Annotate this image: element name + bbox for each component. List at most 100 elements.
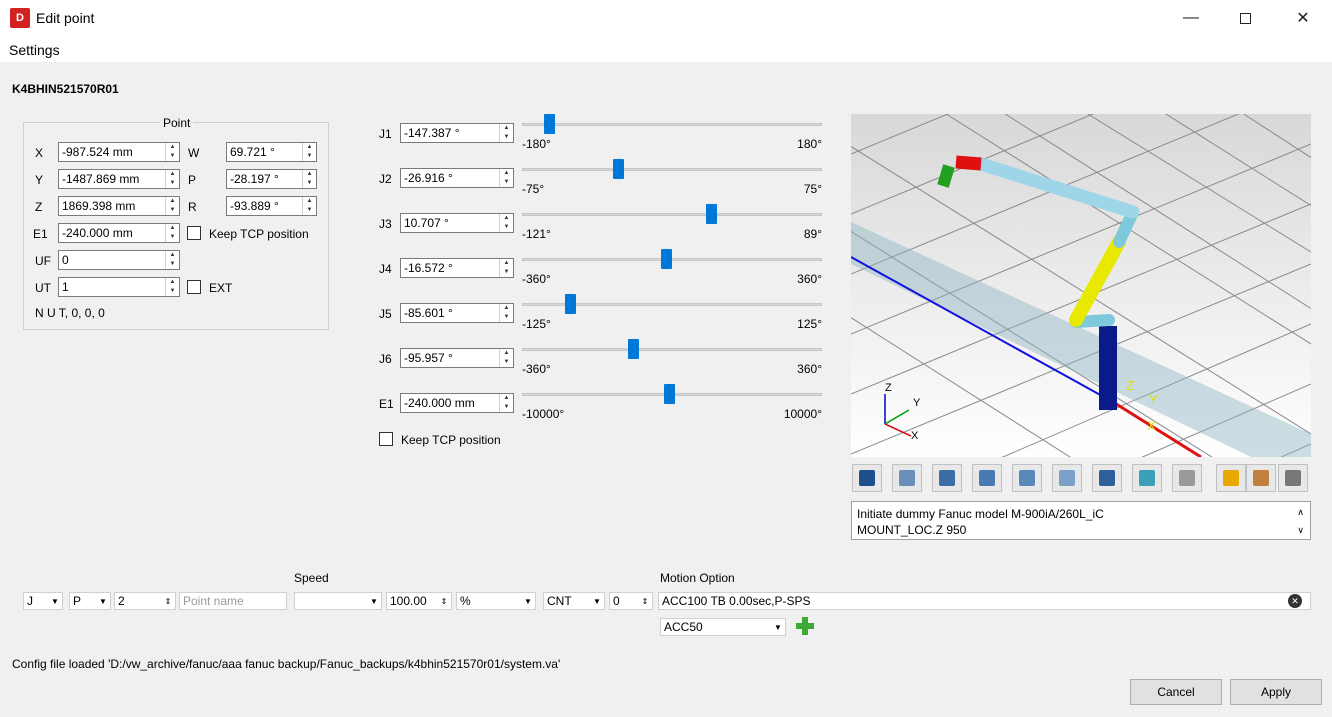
viewport-tool-button[interactable]: [1216, 464, 1246, 492]
spin-up-icon[interactable]: ▲: [500, 214, 513, 223]
ext-checkbox[interactable]: [187, 280, 201, 294]
clear-icon[interactable]: ✕: [1288, 594, 1302, 608]
robot-3d-viewport[interactable]: Z Y X Z Y X: [851, 114, 1311, 457]
menu-settings[interactable]: Settings: [9, 42, 60, 58]
spin-down-icon[interactable]: ▼: [166, 260, 179, 269]
spin-up-icon[interactable]: ▲: [500, 169, 513, 178]
spin-up-icon[interactable]: ▲: [166, 251, 179, 260]
viewport-tool-button[interactable]: [852, 464, 882, 492]
viewport-tool-button[interactable]: [1278, 464, 1308, 492]
spin-down-icon[interactable]: ▼: [166, 152, 179, 161]
speed-unit-select[interactable]: % ▼: [456, 592, 536, 610]
spin-down-icon[interactable]: ▼: [166, 206, 179, 215]
spin-up-icon[interactable]: ▲: [166, 197, 179, 206]
joint-slider-track[interactable]: [522, 348, 822, 351]
viewport-tool-button[interactable]: [1012, 464, 1042, 492]
ut-spinbox[interactable]: 1 ▲ ▼: [58, 277, 180, 297]
spin-down-icon[interactable]: ▼: [303, 152, 316, 161]
joint-slider-handle[interactable]: [613, 159, 624, 179]
maximize-button[interactable]: [1222, 0, 1268, 36]
speed-select[interactable]: ▼: [294, 592, 382, 610]
joint-spinbox[interactable]: -26.916 ° ▲ ▼: [400, 168, 514, 188]
joint-slider-handle[interactable]: [565, 294, 576, 314]
spin-up-icon[interactable]: ▲: [303, 143, 316, 152]
spin-up-icon[interactable]: ▲: [500, 124, 513, 133]
joint-slider-handle[interactable]: [706, 204, 717, 224]
point-name-input[interactable]: Point name: [179, 592, 287, 610]
close-button[interactable]: ✕: [1280, 0, 1326, 36]
viewport-tool-button[interactable]: [1092, 464, 1122, 492]
e1-spinbox[interactable]: -240.000 mm ▲ ▼: [58, 223, 180, 243]
cancel-button[interactable]: Cancel: [1130, 679, 1222, 705]
spin-up-icon[interactable]: ▲: [166, 143, 179, 152]
p-spinbox[interactable]: -28.197 ° ▲ ▼: [226, 169, 317, 189]
spin-down-icon[interactable]: ▼: [303, 206, 316, 215]
spin-down-icon[interactable]: ▼: [303, 179, 316, 188]
speed-value-spinbox[interactable]: 100.00 ⇕: [386, 592, 452, 610]
joint-keep-tcp-checkbox[interactable]: [379, 432, 393, 446]
joint-spinbox[interactable]: -95.957 ° ▲ ▼: [400, 348, 514, 368]
spin-arrows-icon[interactable]: ⇕: [437, 593, 451, 609]
r-spinbox[interactable]: -93.889 ° ▲ ▼: [226, 196, 317, 216]
spin-up-icon[interactable]: ▲: [500, 349, 513, 358]
viewport-tool-button[interactable]: [892, 464, 922, 492]
joint-spinbox[interactable]: -16.572 ° ▲ ▼: [400, 258, 514, 278]
joint-spinbox[interactable]: 10.707 ° ▲ ▼: [400, 213, 514, 233]
viewport-tool-button[interactable]: [972, 464, 1002, 492]
motion-type-select[interactable]: J ▼: [23, 592, 63, 610]
joint-slider-handle[interactable]: [544, 114, 555, 134]
minimize-button[interactable]: —: [1168, 0, 1214, 36]
point-number-spinbox[interactable]: 2 ⇕: [114, 592, 176, 610]
spin-up-icon[interactable]: ▲: [303, 170, 316, 179]
spin-down-icon[interactable]: ▼: [500, 358, 513, 367]
viewport-tool-button[interactable]: [1052, 464, 1082, 492]
joint-slider-track[interactable]: [522, 123, 822, 126]
joint-spinbox[interactable]: -85.601 ° ▲ ▼: [400, 303, 514, 323]
apply-button[interactable]: Apply: [1230, 679, 1322, 705]
termination-select[interactable]: CNT ▼: [543, 592, 605, 610]
viewport-tool-button[interactable]: [1132, 464, 1162, 492]
spin-up-icon[interactable]: ▲: [166, 170, 179, 179]
spin-down-icon[interactable]: ▼: [500, 133, 513, 142]
viewport-tool-button[interactable]: [932, 464, 962, 492]
joint-slider-track[interactable]: [522, 258, 822, 261]
w-spinbox[interactable]: 69.721 ° ▲ ▼: [226, 142, 317, 162]
keep-tcp-checkbox[interactable]: [187, 226, 201, 240]
joint-slider-handle[interactable]: [661, 249, 672, 269]
position-type-select[interactable]: P ▼: [69, 592, 111, 610]
option-select[interactable]: ACC50 ▼: [660, 618, 786, 636]
spin-arrows-icon[interactable]: ⇕: [161, 593, 175, 609]
spin-up-icon[interactable]: ▲: [166, 224, 179, 233]
scroll-up-icon[interactable]: ∧: [1297, 504, 1304, 520]
spin-up-icon[interactable]: ▲: [166, 278, 179, 287]
log-output[interactable]: Initiate dummy Fanuc model M-900iA/260L_…: [851, 501, 1311, 540]
spin-up-icon[interactable]: ▲: [303, 197, 316, 206]
viewport-tool-button[interactable]: [1246, 464, 1276, 492]
spin-down-icon[interactable]: ▼: [500, 178, 513, 187]
spin-down-icon[interactable]: ▼: [166, 179, 179, 188]
add-option-button[interactable]: [794, 615, 816, 637]
joint-spinbox[interactable]: -240.000 mm ▲ ▼: [400, 393, 514, 413]
scroll-down-icon[interactable]: ∨: [1297, 522, 1304, 538]
joint-slider-handle[interactable]: [628, 339, 639, 359]
uf-spinbox[interactable]: 0 ▲ ▼: [58, 250, 180, 270]
y-spinbox[interactable]: -1487.869 mm ▲ ▼: [58, 169, 180, 189]
spin-up-icon[interactable]: ▲: [500, 394, 513, 403]
spin-down-icon[interactable]: ▼: [500, 268, 513, 277]
joint-spinbox[interactable]: -147.387 ° ▲ ▼: [400, 123, 514, 143]
spin-down-icon[interactable]: ▼: [500, 313, 513, 322]
x-spinbox[interactable]: -987.524 mm ▲ ▼: [58, 142, 180, 162]
spin-up-icon[interactable]: ▲: [500, 304, 513, 313]
spin-down-icon[interactable]: ▼: [500, 403, 513, 412]
cnt-value-spinbox[interactable]: 0 ⇕: [609, 592, 653, 610]
joint-slider-handle[interactable]: [664, 384, 675, 404]
spin-up-icon[interactable]: ▲: [500, 259, 513, 268]
spin-down-icon[interactable]: ▼: [166, 233, 179, 242]
spin-down-icon[interactable]: ▼: [500, 223, 513, 232]
joint-slider-track[interactable]: [522, 213, 822, 216]
spin-down-icon[interactable]: ▼: [166, 287, 179, 296]
z-spinbox[interactable]: 1869.398 mm ▲ ▼: [58, 196, 180, 216]
joint-slider-track[interactable]: [522, 168, 822, 171]
viewport-tool-button[interactable]: [1172, 464, 1202, 492]
spin-arrows-icon[interactable]: ⇕: [638, 593, 652, 609]
